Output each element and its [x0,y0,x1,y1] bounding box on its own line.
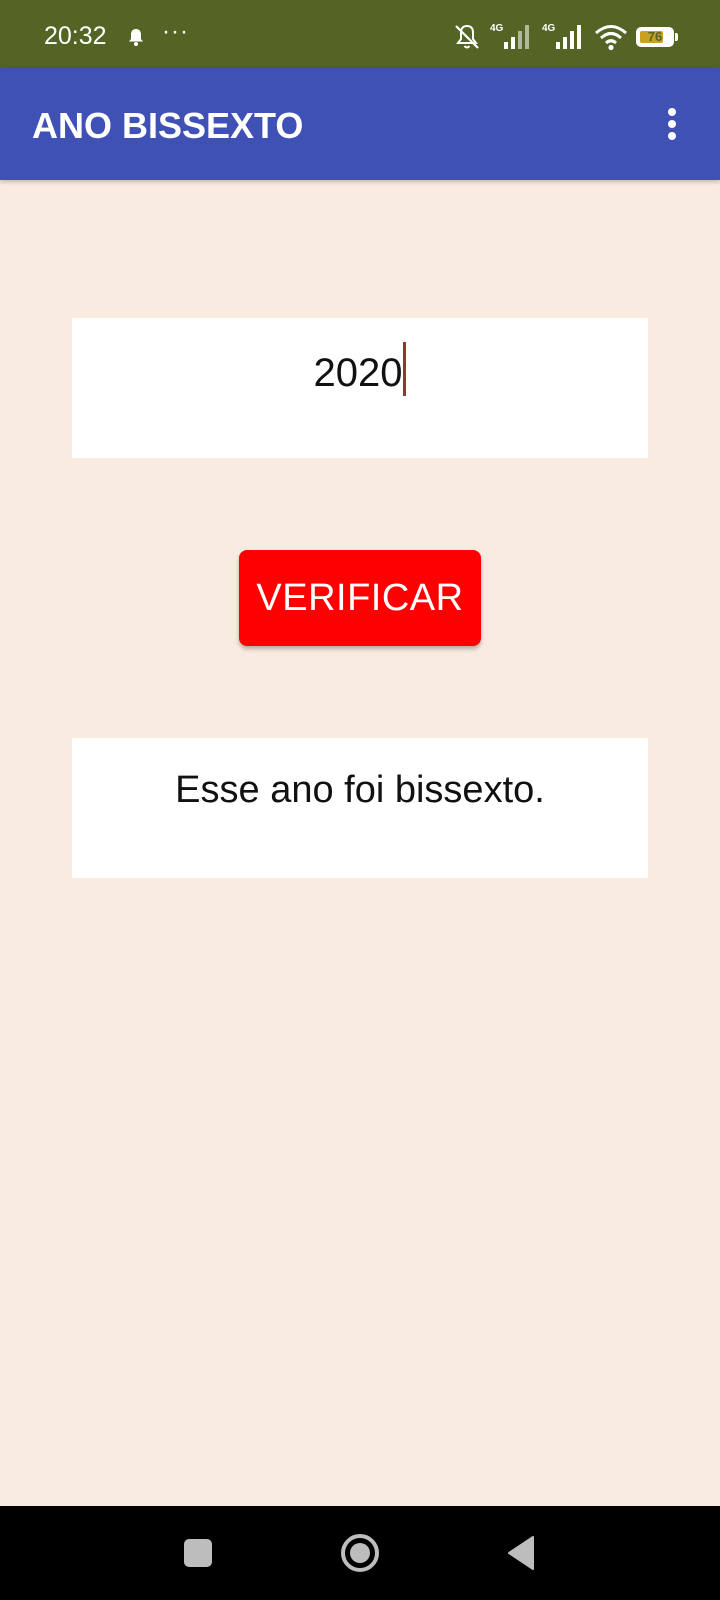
battery-icon: 76 [636,27,678,47]
signal-icon: 4G [490,22,534,52]
status-icons: 4G 4G 76 [452,22,678,52]
result-box: Esse ano foi bissexto. [72,738,648,878]
back-icon[interactable] [497,1528,547,1578]
result-text: Esse ano foi bissexto. [175,769,545,811]
more-notifications-icon: ··· [162,18,189,45]
mute-icon [455,24,479,49]
year-input-text: 2020 [72,342,648,396]
verify-button[interactable]: VERIFICAR [239,550,481,646]
menu-dot [668,120,676,128]
signal-icon: 4G [542,22,586,52]
year-input[interactable]: 2020 [72,318,648,458]
app-title: ANO BISSEXTO [32,105,304,146]
battery-level: 76 [647,29,663,44]
overflow-menu-icon[interactable] [660,104,684,144]
menu-dot [668,108,676,116]
recents-icon[interactable] [173,1528,223,1578]
text-cursor [403,342,407,396]
year-input-value: 2020 [313,351,403,395]
status-time: 20:32 [44,22,107,50]
home-icon[interactable] [335,1528,385,1578]
battery: 76 [636,27,674,47]
battery-cap [675,33,678,41]
wifi-icon [595,25,627,51]
status-bar: 20:32 ··· 4G 4G 76 [0,0,720,68]
bell-icon [129,29,143,46]
app-bar: ANO BISSEXTO [0,68,720,180]
menu-dot [668,132,676,140]
navigation-bar [0,1506,720,1600]
